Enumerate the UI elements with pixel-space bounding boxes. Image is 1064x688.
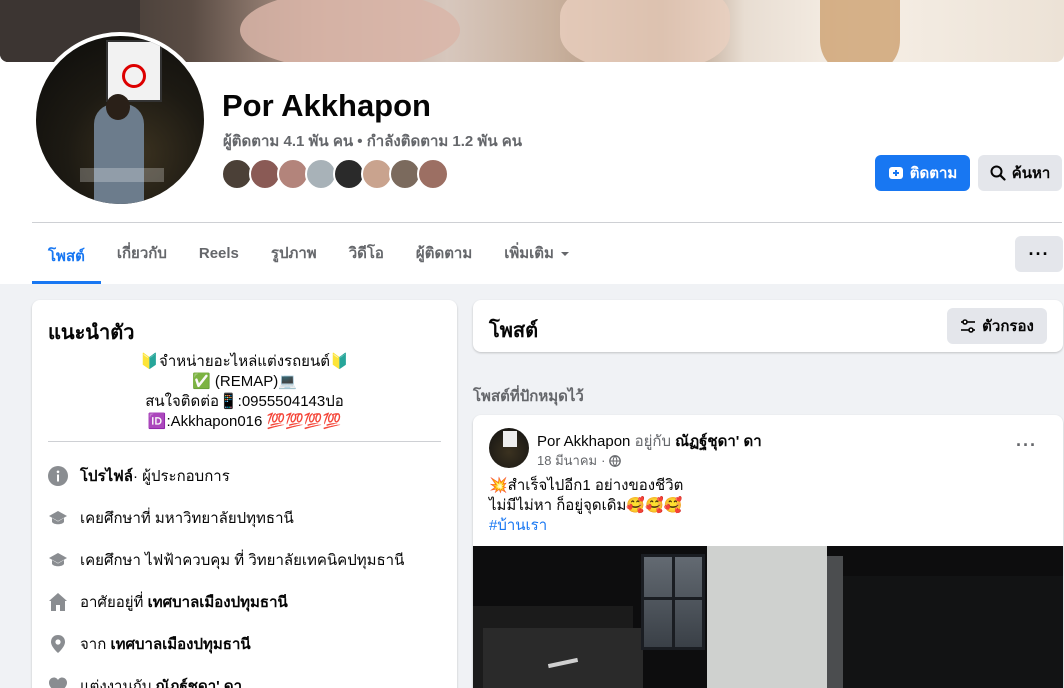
post-meta: 18 มีนาคม · <box>537 450 622 471</box>
intro-item-relationship: แต่งงานกับ ณัฏฐ์ชุดา' ดา <box>48 674 242 688</box>
intro-title: แนะนำตัว <box>48 322 135 344</box>
tab-videos[interactable]: วิดีโอ <box>333 232 400 276</box>
profile-avatar[interactable] <box>36 36 204 204</box>
friend-avatar[interactable] <box>417 158 449 190</box>
filter-icon <box>961 319 976 333</box>
profile-tabs: โพสต์ เกี่ยวกับ Reels รูปภาพ วิดีโอ ผู้ต… <box>32 232 586 284</box>
pinned-post: Por Akkhapon อยู่กับ ณัฏฐ์ชุดา' ดา 18 มี… <box>473 415 1063 688</box>
education-text: เคยศึกษาที่ มหาวิทยาลัยปทุทธานี <box>80 510 294 527</box>
tab-label: เกี่ยวกับ <box>116 245 167 262</box>
post-options-button[interactable]: ··· <box>1016 435 1037 456</box>
relationship-prefix: แต่งงานกับ <box>80 678 152 688</box>
bio-divider <box>48 441 441 442</box>
intro-item-profile: โปรไฟล์ · ผู้ประกอบการ <box>48 464 230 488</box>
post-with-text: อยู่กับ <box>634 433 671 450</box>
search-button[interactable]: ค้นหา <box>978 155 1062 191</box>
caret-down-icon <box>560 252 569 256</box>
tab-reels[interactable]: Reels <box>183 232 255 276</box>
post-line: ไม่มีไม่หา ก็อยู่จุดเดิม🥰🥰🥰 <box>489 497 683 514</box>
bio: 🔰จำหน่ายอะไหล่แต่งรถยนต์🔰 ✅ (REMAP)💻 สนใ… <box>48 352 441 432</box>
tab-label: วิดีโอ <box>348 245 384 262</box>
bio-line: สนใจติดต่อ📱:0955504143ปอ <box>145 393 344 410</box>
graduation-cap-icon <box>48 508 68 528</box>
home-icon <box>48 592 68 612</box>
intro-item-education-2: เคยศึกษา ไฟฟ้าควบคุม ที่ วิทยาลัยเทคนิคป… <box>48 548 404 572</box>
meta-separator: · <box>601 453 606 468</box>
post-tagged-user[interactable]: ณัฏฐ์ชุดา' ดา <box>675 433 762 450</box>
tab-posts[interactable]: โพสต์ <box>32 232 101 284</box>
info-icon <box>48 466 68 486</box>
heart-icon <box>48 676 68 688</box>
tab-label: Reels <box>198 245 239 262</box>
follow-button[interactable]: ติดตาม <box>875 155 970 191</box>
bio-line: 🔰จำหน่ายอะไหล่แต่งรถยนต์🔰 <box>140 353 349 370</box>
location-pin-icon <box>48 634 68 654</box>
tab-label: ผู้ติดตาม <box>415 245 473 262</box>
lives-in-place[interactable]: เทศบาลเมืองปทุมธานี <box>148 590 288 614</box>
education-text: เคยศึกษา ไฟฟ้าควบคุม ที่ วิทยาลัยเทคนิคป… <box>80 552 405 569</box>
tab-label: เพิ่มเติม <box>504 245 554 262</box>
from-prefix: จาก <box>80 636 107 653</box>
header-divider <box>32 222 1062 223</box>
graduation-cap-icon <box>48 550 68 570</box>
search-label: ค้นหา <box>1011 165 1051 182</box>
post-hashtag[interactable]: #บ้านเรา <box>489 516 683 536</box>
posts-header-card: โพสต์ ตัวกรอง <box>473 300 1063 352</box>
follow-icon <box>888 167 903 179</box>
profile-category: · ผู้ประกอบการ <box>133 468 230 485</box>
filter-label: ตัวกรอง <box>982 318 1034 335</box>
bio-line: ✅ (REMAP)💻 <box>192 373 297 390</box>
post-image[interactable] <box>473 546 1063 688</box>
bio-line: 🆔:Akkhapon016 💯💯💯💯 <box>147 413 342 430</box>
posts-title: โพสต์ <box>489 320 539 342</box>
search-icon <box>990 165 1006 181</box>
tab-label: รูปภาพ <box>270 245 317 262</box>
post-line: 💥สำเร็จไปอีก1 อย่างของชีวิต <box>489 477 684 494</box>
post-author-avatar[interactable] <box>489 428 529 468</box>
pinned-posts-label: โพสต์ที่ปักหมุดไว้ <box>473 388 584 405</box>
profile-stats[interactable]: ผู้ติดตาม 4.1 พัน คน • กำลังติดตาม 1.2 พ… <box>223 129 522 153</box>
filter-button[interactable]: ตัวกรอง <box>947 308 1047 344</box>
more-options-button[interactable]: ··· <box>1015 236 1063 272</box>
tab-more[interactable]: เพิ่มเติม <box>488 232 586 276</box>
tab-photos[interactable]: รูปภาพ <box>255 232 333 276</box>
lives-in-prefix: อาศัยอยู่ที่ <box>80 594 144 611</box>
tab-followers[interactable]: ผู้ติดตาม <box>400 232 488 276</box>
tab-label: โพสต์ <box>48 247 85 265</box>
post-text: 💥สำเร็จไปอีก1 อย่างของชีวิต ไม่มีไม่หา ก… <box>489 476 683 536</box>
intro-item-education-1: เคยศึกษาที่ มหาวิทยาลัยปทุทธานี <box>48 506 294 530</box>
intro-card: แนะนำตัว 🔰จำหน่ายอะไหล่แต่งรถยนต์🔰 ✅ (RE… <box>32 300 457 688</box>
post-date[interactable]: 18 มีนาคม <box>537 450 597 471</box>
intro-item-from: จาก เทศบาลเมืองปทุมธานี <box>48 632 251 656</box>
partner-name[interactable]: ณัฏฐ์ชุดา' ดา <box>156 674 243 688</box>
globe-icon <box>609 454 622 467</box>
follow-label: ติดตาม <box>909 165 958 182</box>
profile-name: Por Akkhapon <box>222 88 431 123</box>
from-place[interactable]: เทศบาลเมืองปทุมธานี <box>110 632 250 656</box>
profile-type[interactable]: โปรไฟล์ <box>80 464 133 488</box>
post-author-name[interactable]: Por Akkhapon <box>537 433 630 450</box>
intro-item-lives-in: อาศัยอยู่ที่ เทศบาลเมืองปทุมธานี <box>48 590 288 614</box>
follower-avatars[interactable] <box>221 158 461 192</box>
tab-about[interactable]: เกี่ยวกับ <box>101 232 183 276</box>
